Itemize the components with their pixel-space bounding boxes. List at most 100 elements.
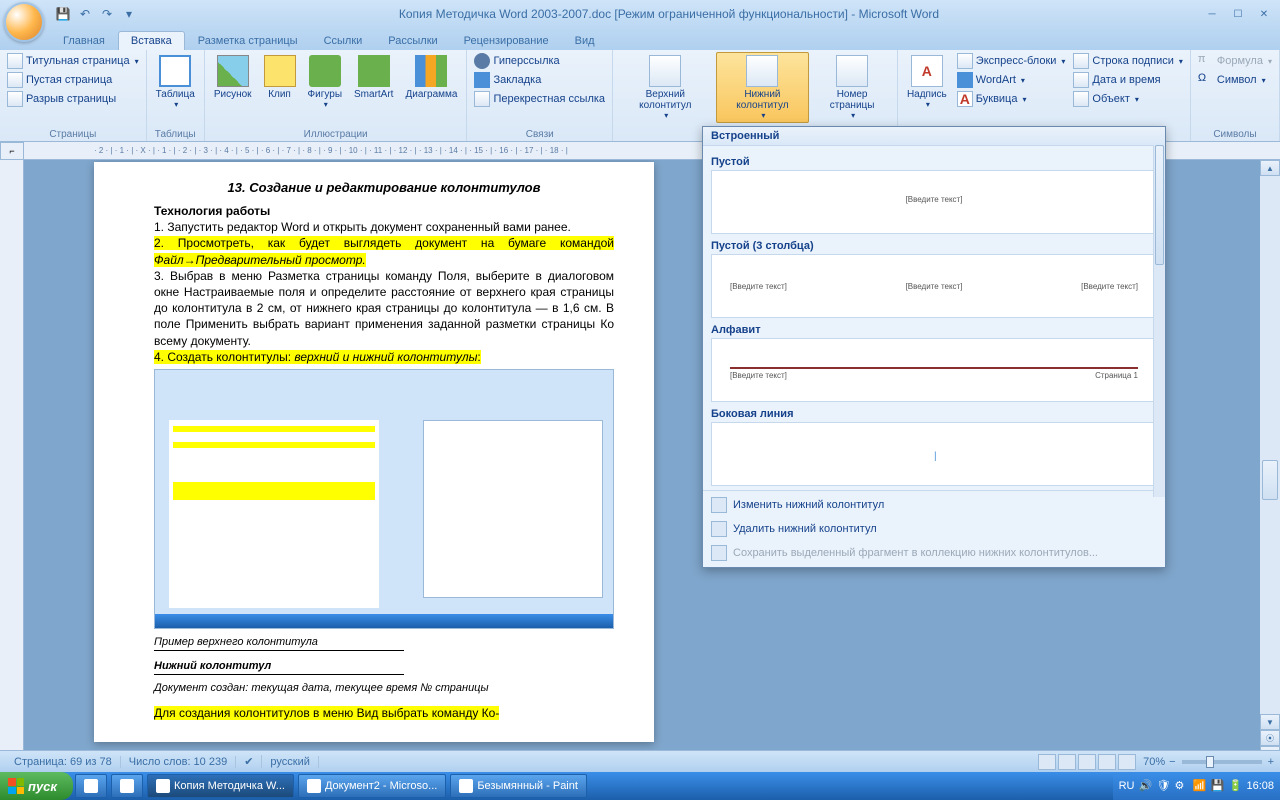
tray-icon[interactable]: 💾 [1210, 779, 1224, 793]
office-button[interactable] [4, 2, 44, 42]
quicklaunch-icon[interactable] [75, 774, 107, 798]
ruler-corner[interactable]: ⌐ [0, 142, 24, 160]
tab-layout[interactable]: Разметка страницы [185, 31, 311, 50]
tab-review[interactable]: Рецензирование [451, 31, 562, 50]
doc-p5: Для создания колонтитулов в меню Вид выб… [154, 705, 614, 721]
view-outline-button[interactable] [1098, 754, 1116, 770]
gallery-item-sideline[interactable]: | [711, 422, 1157, 486]
page-break-button[interactable]: Разрыв страницы [4, 90, 142, 108]
save-icon [711, 545, 727, 561]
maximize-button[interactable]: ☐ [1226, 6, 1250, 22]
gallery-item-title: Боковая линия [711, 408, 1157, 420]
clipart-button[interactable]: Клип [259, 52, 301, 103]
tray-icon[interactable]: ⚙ [1174, 779, 1188, 793]
status-page[interactable]: Страница: 69 из 78 [6, 756, 121, 768]
datetime-button[interactable]: Дата и время [1070, 71, 1185, 89]
gallery-item-blank[interactable]: [Введите текст] [711, 170, 1157, 234]
tab-home[interactable]: Главная [50, 31, 118, 50]
tab-insert[interactable]: Вставка [118, 31, 185, 50]
paint-icon [459, 779, 473, 793]
equation-button[interactable]: πФормула [1195, 52, 1275, 70]
group-links: Связи [471, 128, 608, 141]
remove-footer-button[interactable]: Удалить нижний колонтитул [703, 517, 1165, 541]
gallery-item-alphabet[interactable]: [Введите текст]Страница 1 [711, 338, 1157, 402]
gallery-scroll-thumb[interactable] [1155, 145, 1164, 265]
task-word1[interactable]: Копия Методичка W... [147, 774, 294, 798]
tray-icon[interactable]: 🛡 [1156, 779, 1170, 793]
view-draft-button[interactable] [1118, 754, 1136, 770]
qat-more-icon[interactable]: ▾ [120, 5, 138, 23]
blank-page-button[interactable]: Пустая страница [4, 71, 142, 89]
edit-footer-button[interactable]: Изменить нижний колонтитул [703, 493, 1165, 517]
zoom-in-button[interactable]: + [1268, 756, 1274, 768]
redo-icon[interactable]: ↷ [98, 5, 116, 23]
view-fullscreen-button[interactable] [1058, 754, 1076, 770]
minimize-button[interactable]: ─ [1200, 6, 1224, 22]
table-button[interactable]: Таблица [151, 52, 200, 112]
tray-lang[interactable]: RU [1119, 780, 1135, 792]
quicklaunch-icon[interactable] [111, 774, 143, 798]
header-button[interactable]: Верхний колонтитул [617, 52, 714, 123]
gallery-scroll[interactable]: Пустой [Введите текст] Пустой (3 столбца… [703, 146, 1165, 490]
tab-mailings[interactable]: Рассылки [375, 31, 450, 50]
zoom-slider[interactable] [1182, 760, 1262, 764]
document-page[interactable]: 13. Создание и редактирование колонтитул… [94, 162, 654, 742]
crossref-icon [474, 91, 490, 107]
status-lang[interactable]: русский [262, 756, 318, 768]
scroll-up-icon[interactable]: ▲ [1260, 160, 1280, 176]
remove-icon [711, 521, 727, 537]
zoom-value[interactable]: 70% [1143, 756, 1165, 768]
status-proof[interactable]: ✔ [236, 755, 262, 768]
gallery-scrollbar[interactable] [1153, 145, 1165, 497]
wordart-button[interactable]: WordArt [954, 71, 1069, 89]
chart-button[interactable]: Диаграмма [400, 52, 462, 103]
task-word2[interactable]: Документ2 - Microso... [298, 774, 446, 798]
cover-page-button[interactable]: Титульная страница [4, 52, 142, 70]
vertical-ruler[interactable] [0, 160, 24, 778]
tray-icon[interactable]: 📶 [1192, 779, 1206, 793]
zoom-knob[interactable] [1206, 756, 1214, 768]
prev-page-icon[interactable]: ⦿ [1260, 730, 1280, 746]
undo-icon[interactable]: ↶ [76, 5, 94, 23]
view-print-button[interactable] [1038, 754, 1056, 770]
tab-view[interactable]: Вид [562, 31, 608, 50]
dropcap-button[interactable]: Буквица [954, 90, 1069, 108]
tray-clock[interactable]: 16:08 [1246, 780, 1274, 792]
object-button[interactable]: Объект [1070, 90, 1185, 108]
desktop-icon [120, 779, 134, 793]
picture-icon [217, 55, 249, 87]
zoom-out-button[interactable]: − [1169, 756, 1175, 768]
smartart-button[interactable]: SmartArt [349, 52, 398, 103]
view-web-button[interactable] [1078, 754, 1096, 770]
textbox-button[interactable]: Надпись [902, 52, 952, 112]
signature-button[interactable]: Строка подписи [1070, 52, 1185, 70]
gallery-item-3cols[interactable]: [Введите текст][Введите текст][Введите т… [711, 254, 1157, 318]
save-icon[interactable]: 💾 [54, 5, 72, 23]
tab-references[interactable]: Ссылки [311, 31, 376, 50]
save-selection-button: Сохранить выделенный фрагмент в коллекци… [703, 541, 1165, 565]
shapes-button[interactable]: Фигуры [303, 52, 347, 112]
footer-button[interactable]: Нижний колонтитул [716, 52, 810, 123]
picture-button[interactable]: Рисунок [209, 52, 257, 103]
page-icon [7, 72, 23, 88]
task-paint[interactable]: Безымянный - Paint [450, 774, 587, 798]
symbol-button[interactable]: ΩСимвол [1195, 71, 1275, 89]
vertical-scrollbar[interactable]: ▲ ▼ ⦿ ○ ⦿ [1260, 160, 1280, 778]
status-words[interactable]: Число слов: 10 239 [121, 756, 236, 768]
clip-icon [264, 55, 296, 87]
hyperlink-button[interactable]: Гиперссылка [471, 52, 608, 70]
start-button[interactable]: пуск [0, 772, 73, 800]
group-symbols: Символы [1195, 128, 1275, 141]
close-button[interactable]: ✕ [1252, 6, 1276, 22]
tray-icon[interactable]: 🔊 [1138, 779, 1152, 793]
ie-icon [84, 779, 98, 793]
windows-taskbar: пуск Копия Методичка W... Документ2 - Mi… [0, 772, 1280, 800]
gallery-header: Встроенный [703, 127, 1165, 146]
pagenumber-button[interactable]: Номер страницы [811, 52, 893, 123]
tray-icon[interactable]: 🔋 [1228, 779, 1242, 793]
scroll-down-icon[interactable]: ▼ [1260, 714, 1280, 730]
crossref-button[interactable]: Перекрестная ссылка [471, 90, 608, 108]
bookmark-button[interactable]: Закладка [471, 71, 608, 89]
quickparts-button[interactable]: Экспресс-блоки [954, 52, 1069, 70]
scroll-thumb[interactable] [1262, 460, 1278, 500]
